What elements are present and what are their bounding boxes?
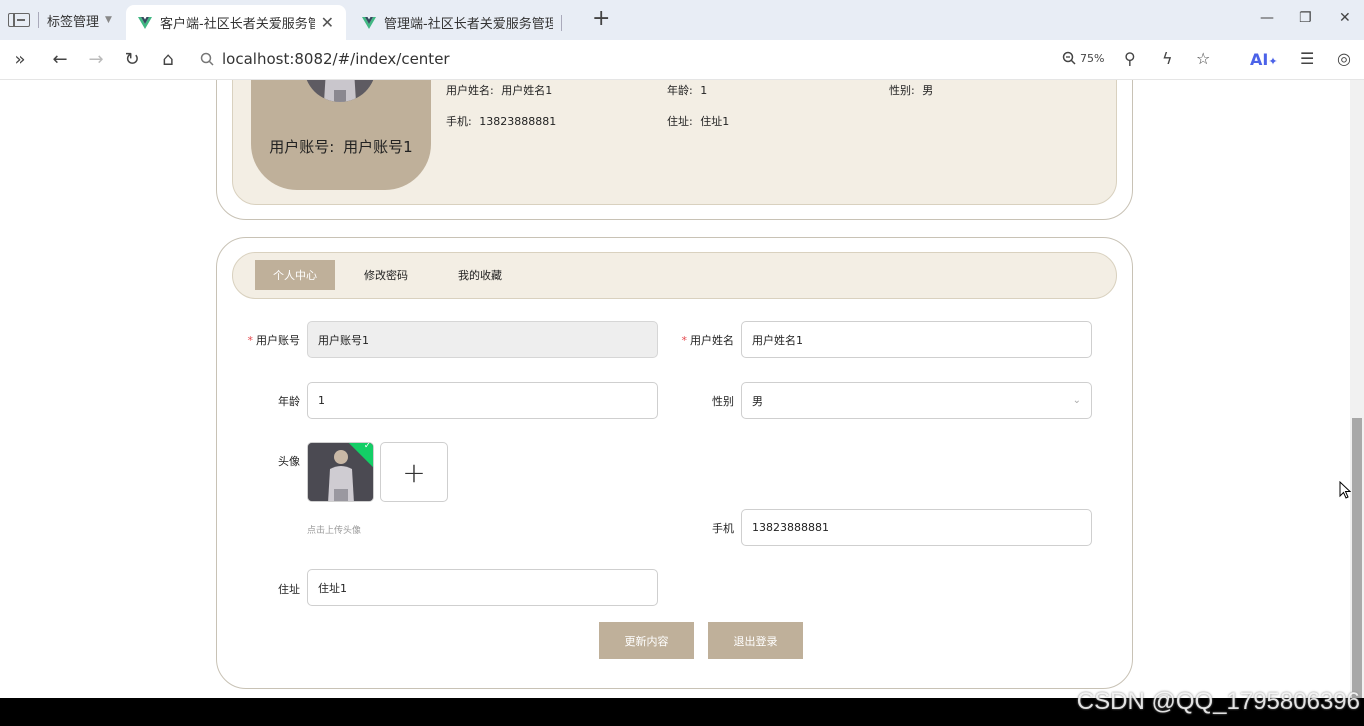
profile-account: 用户账号: 用户账号1 <box>251 136 431 157</box>
account-field: 用户账号1 <box>307 321 658 358</box>
url-text: localhost:8082/#/index/center <box>222 50 450 68</box>
sparkle-icon: ✦ <box>1268 55 1278 68</box>
profile-gender: 性别: 男 <box>889 82 933 98</box>
name-value: 用户姓名1 <box>752 333 803 347</box>
profile-address: 住址: 住址1 <box>667 113 729 129</box>
profile-phone-value: 13823888881 <box>479 115 557 128</box>
logout-button[interactable]: 退出登录 <box>708 622 803 659</box>
page-content: 用户账号: 用户账号1 用户姓名: 用户姓名1 年龄: 1 性别: 男 手机: … <box>0 80 1350 698</box>
watermark: CSDN @QQ_1795806396 <box>1076 688 1360 715</box>
profile-name-label: 用户姓名: <box>446 84 494 97</box>
tab-client[interactable]: 客户端-社区长者关爱服务管理 ✕ <box>126 5 346 40</box>
phone-field[interactable]: 13823888881 <box>741 509 1092 546</box>
vue-logo-icon <box>362 16 376 29</box>
ai-label: AI <box>1250 50 1269 69</box>
ai-assistant-button[interactable]: AI✦ <box>1250 50 1278 69</box>
profile-gender-label: 性别: <box>889 84 915 97</box>
star-icon[interactable]: ☆ <box>1196 49 1210 68</box>
avatar-label: 头像 <box>278 455 300 468</box>
back-icon[interactable]: ← <box>49 49 71 70</box>
upload-tip: 点击上传头像 <box>307 526 362 536</box>
name-label: * 用户姓名 <box>674 332 735 348</box>
gender-label: 性别 <box>712 395 734 408</box>
mouse-cursor-icon <box>1339 481 1351 499</box>
tab-title: 客户端-社区长者关爱服务管理 <box>160 17 315 32</box>
address-value: 住址1 <box>318 581 347 595</box>
close-tab-icon[interactable]: ✕ <box>321 13 334 32</box>
age-field[interactable]: 1 <box>307 382 658 419</box>
tab-group-label[interactable]: 标签管理 <box>47 11 99 30</box>
account-label-text: 用户账号 <box>256 334 300 347</box>
profile-age-label: 年龄: <box>667 84 693 97</box>
address-field[interactable]: 住址1 <box>307 569 658 606</box>
address-bar: » ← → ↻ ⌂ localhost:8082/#/index/center … <box>0 40 1364 80</box>
expand-sidebar-icon[interactable]: » <box>9 49 31 70</box>
close-window-icon[interactable]: ✕ <box>1339 10 1351 26</box>
extensions-icon[interactable]: ◎ <box>1337 49 1351 68</box>
gender-select[interactable]: 男 ⌄ <box>741 382 1092 419</box>
profile-account-label: 用户账号: <box>269 138 335 156</box>
plus-icon: + <box>402 455 426 489</box>
required-mark: * <box>681 334 688 347</box>
tab-personal-center[interactable]: 个人中心 <box>255 260 335 290</box>
restore-icon[interactable]: ❐ <box>1299 10 1312 26</box>
profile-gender-value: 男 <box>922 84 934 97</box>
name-label-text: 用户姓名 <box>690 334 734 347</box>
check-icon: ✓ <box>363 442 372 452</box>
page-scrollbar[interactable] <box>1350 80 1364 698</box>
tab-my-favorites[interactable]: 我的收藏 <box>440 260 520 290</box>
zoom-level: 75% <box>1080 51 1105 65</box>
address-label: 住址 <box>278 583 300 596</box>
zoom-control[interactable]: 75% <box>1062 51 1104 65</box>
profile-phone: 手机: 13823888881 <box>446 113 556 129</box>
chevron-down-icon: ⌄ <box>1072 395 1081 406</box>
list-icon[interactable]: ☰ <box>1300 49 1314 68</box>
tab-change-password[interactable]: 修改密码 <box>346 260 426 290</box>
tab-divider <box>561 14 562 31</box>
account-label: * 用户账号 <box>240 332 301 348</box>
gender-value: 男 <box>752 394 763 408</box>
phone-value: 13823888881 <box>752 521 829 534</box>
reload-icon[interactable]: ↻ <box>121 49 143 70</box>
profile-address-value: 住址1 <box>700 115 730 128</box>
profile-phone-label: 手机: <box>446 115 472 128</box>
upload-avatar-button[interactable]: + <box>380 442 448 502</box>
age-value: 1 <box>318 394 325 407</box>
zoom-out-icon <box>1062 51 1076 65</box>
vue-logo-icon <box>138 16 152 29</box>
sidebar-toggle-icon[interactable] <box>8 13 30 27</box>
profile-account-value: 用户账号1 <box>343 138 413 156</box>
key-icon[interactable]: ⚲ <box>1124 49 1136 68</box>
separator <box>38 12 39 28</box>
phone-label: 手机 <box>712 522 734 535</box>
profile-age: 年龄: 1 <box>667 82 707 98</box>
profile-name: 用户姓名: 用户姓名1 <box>446 82 552 98</box>
new-tab-icon[interactable]: + <box>592 6 610 31</box>
forward-icon[interactable]: → <box>85 49 107 70</box>
age-label: 年龄 <box>278 395 300 408</box>
lightning-icon[interactable]: ϟ <box>1162 49 1173 68</box>
name-field[interactable]: 用户姓名1 <box>741 321 1092 358</box>
minimize-icon[interactable]: — <box>1260 10 1274 26</box>
url-field[interactable]: localhost:8082/#/index/center <box>200 50 450 68</box>
uploaded-avatar-thumbnail[interactable]: ✓ <box>307 442 374 502</box>
search-icon <box>200 52 214 66</box>
tab-title: 管理端-社区长者关爱服务管理系 <box>384 17 553 32</box>
required-mark: * <box>247 334 254 347</box>
caret-down-icon[interactable]: ▼ <box>105 15 112 25</box>
browser-tab-bar: 标签管理 ▼ 客户端-社区长者关爱服务管理 ✕ 管理端-社区长者关爱服务管理系 … <box>0 0 1364 40</box>
scrollbar-thumb[interactable] <box>1352 418 1362 698</box>
profile-address-label: 住址: <box>667 115 693 128</box>
update-button[interactable]: 更新内容 <box>599 622 694 659</box>
account-value: 用户账号1 <box>318 333 369 347</box>
profile-name-value: 用户姓名1 <box>501 84 553 97</box>
tab-manager[interactable]: 标签管理 ▼ <box>8 8 112 32</box>
home-icon[interactable]: ⌂ <box>157 49 179 70</box>
tab-admin[interactable]: 管理端-社区长者关爱服务管理系 <box>350 5 574 40</box>
profile-age-value: 1 <box>700 84 708 97</box>
